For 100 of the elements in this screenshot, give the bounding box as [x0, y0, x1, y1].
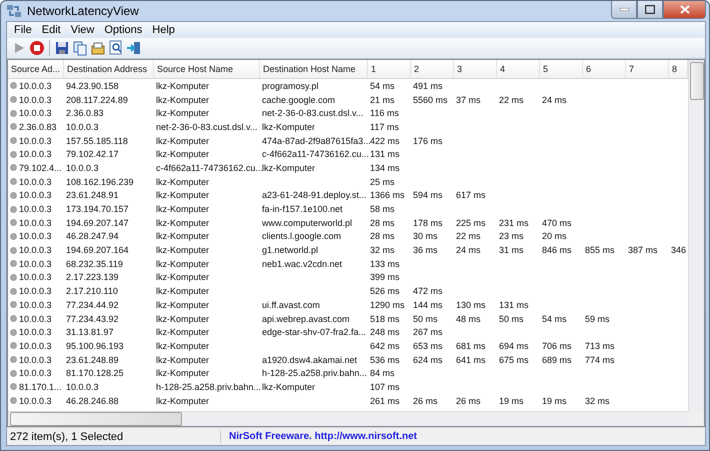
column-header[interactable]: Destination Address — [64, 60, 154, 78]
status-dot-icon — [10, 82, 17, 90]
table-cell: 10.0.0.3 — [19, 108, 52, 118]
column-header[interactable]: Source Ad... — [8, 60, 64, 78]
table-cell: 10.0.0.3 — [19, 368, 52, 378]
status-dot-icon — [10, 164, 17, 172]
table-cell: 10.0.0.3 — [19, 286, 52, 296]
table-cell: 25 ms — [370, 176, 395, 187]
column-header[interactable]: 7 — [626, 60, 669, 78]
status-dot-icon — [10, 288, 17, 295]
status-dot-icon — [10, 96, 17, 104]
table-cell: 5560 ms — [413, 94, 448, 105]
table-cell: cache.google.com — [262, 94, 336, 105]
column-header[interactable]: 2 — [411, 60, 454, 78]
table-cell: 19 ms — [542, 396, 567, 406]
menu-item[interactable]: Edit — [36, 24, 66, 36]
table-cell: 108.162.196.239 — [66, 176, 134, 187]
table-cell: 24 ms — [456, 245, 481, 256]
table-cell: programosy.pl — [262, 80, 318, 91]
table-cell: 31 ms — [499, 245, 524, 256]
table-cell: lkz-Komputer — [156, 368, 210, 378]
table-cell: 10.0.0.3 — [19, 396, 52, 406]
table-cell: 10.0.0.3 — [19, 314, 52, 324]
column-header[interactable]: 4 — [497, 60, 540, 78]
maximize-icon — [645, 5, 655, 14]
table-cell: lkz-Komputer — [156, 108, 210, 118]
menu-item[interactable]: Help — [147, 24, 180, 36]
table-cell: 248 ms — [370, 327, 400, 338]
table-cell: 28 ms — [370, 218, 395, 228]
search-button[interactable] — [108, 40, 124, 56]
table-cell: 194.69.207.164 — [66, 245, 129, 256]
copy-button[interactable] — [72, 40, 88, 56]
table-cell: 10.0.0.3 — [19, 245, 52, 256]
table-cell: c-4f662a11-74736162.cu... — [262, 149, 369, 160]
status-dot-icon — [10, 301, 17, 308]
status-dot-icon — [10, 328, 17, 336]
table-cell: 134 ms — [370, 162, 400, 173]
exit-button[interactable] — [126, 40, 142, 56]
table-cell: 22 ms — [456, 231, 481, 242]
website-link[interactable]: NirSoft Freeware. http://www.nirsoft.net — [221, 431, 417, 442]
table-cell: 10.0.0.3 — [19, 300, 52, 310]
table-cell: fa-in-f157.1e100.net — [262, 204, 343, 214]
table-cell: h-128-25.a258.priv.bahn... — [156, 382, 261, 392]
column-header[interactable]: 5 — [540, 60, 583, 78]
table-cell: c-4f662a11-74736162.cu... — [156, 162, 263, 173]
properties-button[interactable] — [90, 40, 106, 56]
table-cell: 77.234.44.92 — [66, 300, 119, 310]
table-cell: lkz-Komputer — [156, 245, 210, 256]
table-cell: lkz-Komputer — [156, 94, 210, 105]
table-cell: 54 ms — [542, 314, 567, 324]
table-cell: 84 ms — [370, 368, 395, 378]
minimize-button[interactable] — [611, 1, 637, 19]
close-button[interactable] — [663, 1, 706, 19]
status-text: 272 item(s), 1 Selected — [7, 430, 221, 442]
table-cell: 68.232.35.119 — [66, 258, 123, 269]
table-cell: 653 ms — [413, 340, 443, 351]
table-cell: 10.0.0.3 — [19, 80, 52, 91]
vertical-scrollbar[interactable] — [688, 60, 704, 411]
status-dot-icon — [10, 137, 17, 144]
menu-item[interactable]: Options — [99, 24, 148, 36]
table-cell: 675 ms — [499, 354, 529, 365]
stop-button[interactable] — [29, 40, 45, 56]
table-cell: 846 ms — [542, 245, 572, 256]
table-cell: 20 ms — [542, 231, 567, 242]
menu-item[interactable]: File — [9, 24, 37, 36]
table-cell: 2.36.0.83 — [19, 122, 57, 132]
table-cell: 48 ms — [456, 314, 481, 324]
table-cell: 107 ms — [370, 382, 400, 392]
column-header[interactable]: 3 — [454, 60, 497, 78]
status-dot-icon — [10, 383, 17, 390]
table-cell: 536 ms — [370, 354, 400, 365]
table-cell: 59 ms — [585, 314, 610, 324]
table-cell: edge-star-shv-07-fra2.fa... — [262, 327, 366, 338]
table-cell: 50 ms — [413, 314, 438, 324]
table-cell: lkz-Komputer — [156, 218, 210, 228]
table-cell: net-2-36-0-83.cust.dsl.v... — [262, 108, 364, 118]
column-header[interactable]: 6 — [583, 60, 626, 78]
table-cell: 95.100.96.193 — [66, 340, 124, 351]
save-button[interactable] — [54, 40, 70, 56]
column-header[interactable]: 1 — [368, 60, 411, 78]
table-cell: lkz-Komputer — [156, 272, 210, 282]
maximize-button[interactable] — [637, 1, 663, 19]
column-header[interactable]: Source Host Name — [154, 60, 260, 78]
horizontal-scrollbar[interactable] — [8, 411, 688, 426]
table-cell: 30 ms — [413, 231, 438, 242]
menu-item[interactable]: View — [66, 24, 100, 36]
table-cell: 81.170.128.25 — [66, 368, 124, 378]
table-cell: lkz-Komputer — [156, 190, 210, 200]
table-cell: 10.0.0.3 — [19, 149, 52, 160]
table-cell: 117 ms — [370, 122, 399, 132]
status-dot-icon — [10, 246, 17, 254]
table-cell: lkz-Komputer — [156, 231, 210, 242]
minimize-icon — [620, 8, 628, 11]
table-cell: 855 ms — [585, 245, 615, 256]
table-cell: 58 ms — [370, 204, 395, 214]
column-header[interactable]: Destination Host Name — [260, 60, 368, 78]
table-cell: g1.networld.pl — [262, 245, 318, 256]
table-cell: lkz-Komputer — [156, 204, 210, 214]
table-cell: 10.0.0.3 — [19, 94, 52, 105]
status-dot-icon — [10, 150, 17, 158]
